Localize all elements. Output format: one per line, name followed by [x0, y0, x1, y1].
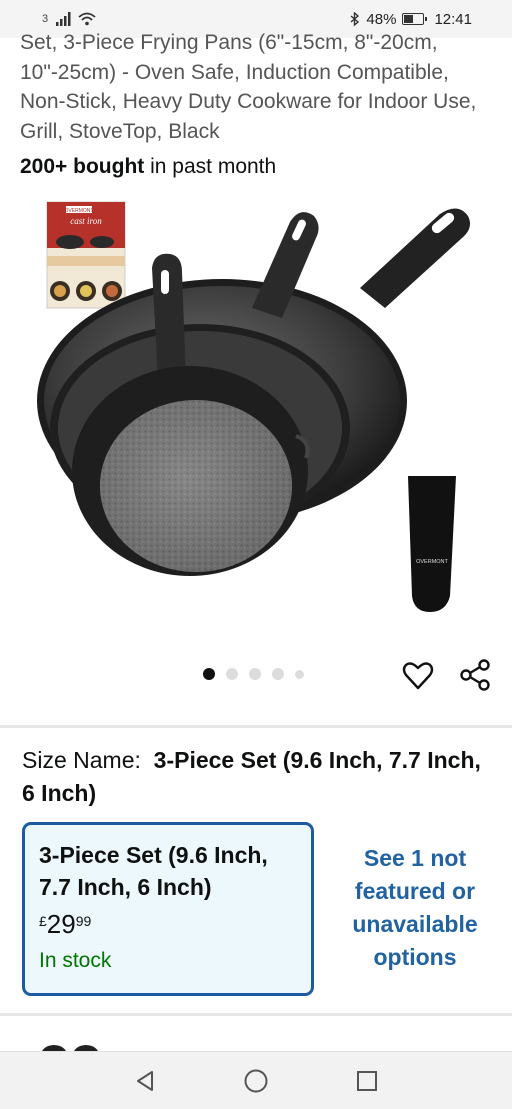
home-circle-icon [244, 1069, 268, 1092]
section-divider-2 [0, 1013, 512, 1016]
bought-period: in past month [144, 155, 277, 178]
home-button[interactable] [243, 1068, 269, 1094]
carousel-dot-5[interactable] [295, 669, 304, 679]
back-triangle-icon [136, 1070, 153, 1091]
wifi-icon [78, 12, 96, 26]
recents-square-icon [357, 1070, 378, 1091]
battery-icon [402, 13, 428, 25]
wishlist-button[interactable] [402, 660, 434, 692]
product-title-text: Set, 3-Piece Frying Pans (6"-15cm, 8"-20… [20, 31, 477, 143]
variant-name: 3-Piece Set (9.6 Inch, 7.7 Inch, 6 Inch) [39, 842, 268, 900]
price-fraction: 99 [75, 913, 92, 929]
section-divider [0, 725, 512, 728]
see-unavailable-options-link[interactable]: See 1 not featured or unavailable option… [334, 842, 496, 974]
svg-text:cast iron: cast iron [70, 216, 102, 226]
cast-iron-pans-image: OVERMONT cast iron OVERMONT [37, 201, 470, 612]
bluetooth-icon [350, 11, 360, 27]
battery-percent: 48% [366, 10, 397, 28]
carousel-dots[interactable] [203, 668, 304, 680]
variant-price: £ 29 99 [39, 909, 297, 939]
share-button[interactable] [458, 658, 492, 692]
bought-in-past-month: 200+ bought in past month [20, 155, 276, 179]
product-image[interactable]: OVERMONT cast iron OVERMONT [0, 196, 512, 646]
recents-button[interactable] [356, 1070, 378, 1092]
share-icon [460, 659, 490, 691]
status-right: 48% 12:41 [350, 11, 472, 28]
carousel-dot-4[interactable] [272, 668, 284, 680]
bought-count: 200+ bought [20, 155, 145, 178]
silicone-handle-image: OVERMONT [408, 476, 456, 612]
carousel-dot-3[interactable] [249, 668, 261, 680]
svg-text:OVERMONT: OVERMONT [416, 559, 448, 565]
product-title[interactable]: Set, 3-Piece Frying Pans (6"-15cm, 8"-20… [20, 28, 496, 146]
svg-text:OVERMONT: OVERMONT [65, 208, 94, 214]
stock-status: In stock [39, 949, 112, 972]
booklet-image: OVERMONT cast iron [46, 201, 126, 309]
system-nav-bar [0, 1051, 512, 1109]
variant-option-selected[interactable]: 3-Piece Set (9.6 Inch, 7.7 Inch, 6 Inch)… [22, 822, 314, 996]
status-left: 3 [42, 12, 96, 26]
signal-icon [56, 12, 71, 26]
heart-icon [402, 662, 434, 690]
price-whole: 29 [46, 909, 76, 939]
carousel-dot-1[interactable] [203, 668, 215, 680]
carousel-dot-2[interactable] [226, 668, 238, 680]
back-button[interactable] [134, 1069, 156, 1093]
sim-indicator: 3 [42, 13, 49, 25]
clock: 12:41 [434, 10, 472, 28]
size-name-row: Size Name: 3-Piece Set (9.6 Inch, 7.7 In… [22, 744, 492, 810]
price-currency: £ [39, 913, 47, 929]
size-name-label: Size Name: [22, 747, 141, 773]
